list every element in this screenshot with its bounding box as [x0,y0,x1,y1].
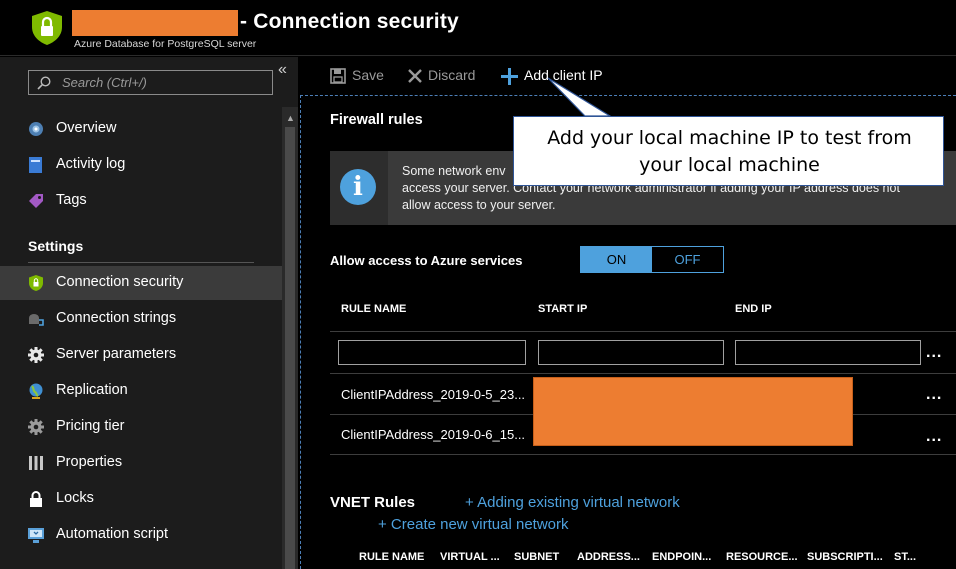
table-row-rule-name: ClientIPAddress_2019-0-5_23... [341,387,526,402]
search-input[interactable]: Search (Ctrl+/) [28,70,273,95]
search-placeholder: Search (Ctrl+/) [62,75,147,90]
blade-header: - Connection security Azure Database for… [0,0,956,56]
activity-log-icon [29,157,42,173]
command-bar: Save Discard Add client IP [298,57,956,95]
end-ip-input[interactable] [735,340,921,365]
plus-icon [501,67,518,85]
sidebar-item-connection-strings[interactable]: Connection strings [0,302,282,336]
redacted-ip-values [533,377,853,446]
sidebar-item-label: Overview [56,120,117,136]
connection-strings-icon [29,314,44,326]
sidebar-item-tags[interactable]: Tags [0,184,282,218]
discard-button[interactable]: Discard [408,67,476,84]
callout-text: Add your local machine IP to test from y… [514,125,945,179]
overview-icon [29,122,43,136]
scrollbar-thumb[interactable] [285,127,295,569]
column-header-start-ip: START IP [538,303,588,315]
vnet-column-header: RULE NAME [359,551,425,563]
vnet-rules-title: VNET Rules [330,494,416,511]
page-subtitle: Azure Database for PostgreSQL server [74,38,257,50]
shield-icon [32,11,62,45]
allow-azure-services-toggle[interactable]: ON OFF [580,246,724,273]
vnet-column-header: ADDRESS... [577,551,640,563]
vnet-column-header: ENDPOIN... [652,551,712,563]
callout-annotation: Add your local machine IP to test from y… [513,116,944,186]
row-more-button[interactable]: ... [926,386,942,404]
sidebar-item-label: Automation script [56,526,169,542]
create-new-vnet-link[interactable]: + Create new virtual network [378,516,569,533]
search-icon [37,76,51,90]
sidebar-item-label: Locks [56,490,94,506]
vnet-column-header: VIRTUAL ... [440,551,500,563]
close-icon [408,69,422,84]
start-ip-input[interactable] [538,340,724,365]
settings-section-header: Settings [28,238,84,254]
sidebar-item-properties[interactable]: Properties [0,446,282,480]
tag-icon [29,194,43,208]
add-existing-vnet-link[interactable]: + Adding existing virtual network [465,494,680,511]
divider [28,262,254,263]
pricing-gear-icon [28,419,44,435]
save-button[interactable]: Save [330,67,384,85]
sidebar-item-label: Activity log [56,156,126,172]
callout-line: Add your local machine IP to test from [547,127,912,149]
redacted-server-name [72,10,238,36]
sidebar-item-overview[interactable]: Overview [0,112,282,146]
callout-line: your local machine [639,154,820,176]
collapse-sidebar-button[interactable]: « [278,61,287,79]
sidebar-item-server-parameters[interactable]: Server parameters [0,338,282,372]
properties-icon [29,456,43,470]
sidebar-item-activity-log[interactable]: Activity log [0,148,282,182]
page-title: - Connection security [240,10,459,33]
sidebar-item-label: Properties [56,454,123,470]
info-icon-box: i [330,151,388,225]
save-label: Save [352,67,384,83]
vnet-column-header: SUBNET [514,551,560,563]
vnet-column-header: SUBSCRIPTI... [807,551,883,563]
sidebar-item-automation-script[interactable]: Automation script [0,518,282,552]
automation-icon [28,528,44,543]
sidebar-item-label: Connection security [56,274,184,290]
sidebar-item-locks[interactable]: Locks [0,482,282,516]
info-text-line: allow access to your server. [402,198,556,212]
row-more-button[interactable]: ... [926,428,942,446]
globe-icon [29,383,43,399]
firewall-rules-title: Firewall rules [330,112,423,128]
sidebar: Search (Ctrl+/) « Overview Activity log … [0,57,298,569]
sidebar-item-label: Pricing tier [56,418,125,434]
scroll-up-arrow-icon[interactable]: ▲ [286,113,295,123]
divider [330,454,956,455]
info-icon: i [340,169,376,205]
discard-label: Discard [428,67,476,83]
shield-icon [29,275,43,291]
toggle-on-option[interactable]: ON [581,247,652,272]
allow-azure-services-label: Allow access to Azure services [330,253,523,268]
row-more-button[interactable]: ... [926,344,942,362]
add-client-ip-button[interactable]: Add client IP [501,67,603,85]
sidebar-item-label: Server parameters [56,346,177,362]
sidebar-item-connection-security[interactable]: Connection security [0,266,282,300]
column-header-rule-name: RULE NAME [341,303,407,315]
sidebar-item-label: Replication [56,382,128,398]
sidebar-item-label: Tags [56,192,87,208]
vnet-column-header: ST... [894,551,917,563]
table-row-rule-name: ClientIPAddress_2019-0-6_15... [341,427,526,442]
toggle-off-option[interactable]: OFF [652,247,723,272]
gear-icon [28,347,44,363]
add-client-ip-label: Add client IP [524,67,603,83]
rule-name-input[interactable] [338,340,526,365]
sidebar-item-pricing-tier[interactable]: Pricing tier [0,410,282,444]
sidebar-item-label: Connection strings [56,310,177,326]
save-icon [330,68,346,85]
sidebar-item-replication[interactable]: Replication [0,374,282,408]
divider [330,331,956,332]
divider [330,373,956,374]
lock-icon [30,491,42,507]
column-header-end-ip: END IP [735,303,772,315]
vnet-column-header: RESOURCE... [726,551,798,563]
